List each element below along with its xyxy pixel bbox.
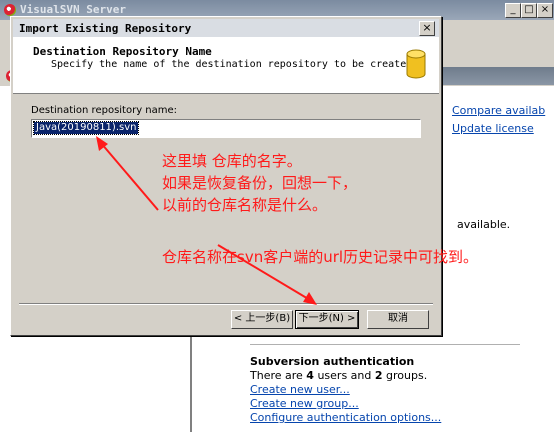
annotation-note-2: 仓库名称在svn客户端的url历史记录中可找到。 [162, 248, 479, 266]
annotation-arrows [96, 136, 317, 305]
annotation-note-1: 这里填 仓库的名字。 如果是恢复备份，回想一下， 以前的仓库名称是什么。 [162, 152, 358, 214]
arrow-to-field [100, 142, 159, 211]
arrow-to-next-head [303, 292, 317, 305]
